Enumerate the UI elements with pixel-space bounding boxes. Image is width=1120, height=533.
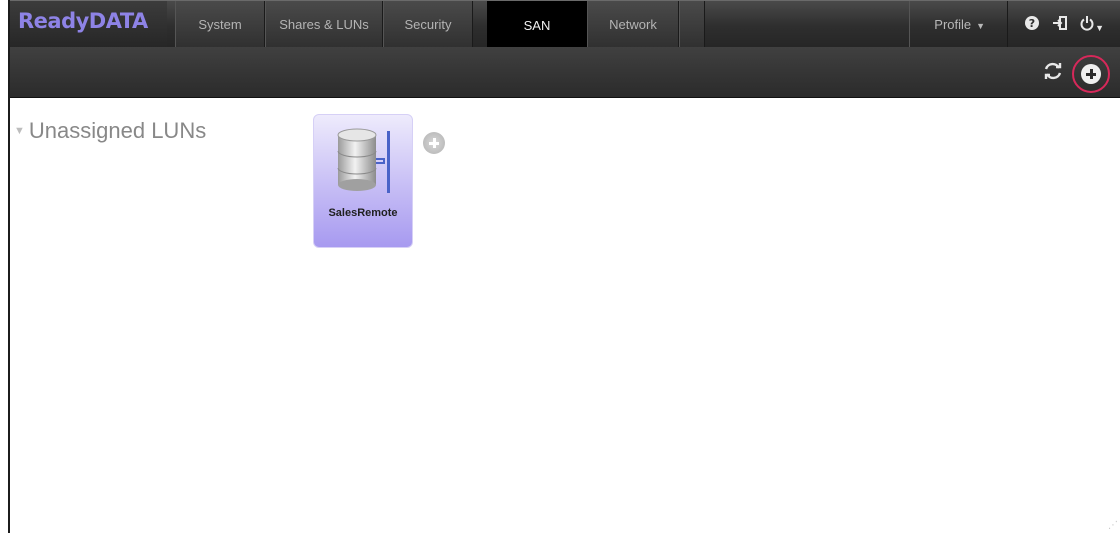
add-host-icon[interactable] [423,132,445,154]
refresh-icon[interactable] [1042,60,1064,86]
logout-icon[interactable] [1052,15,1068,35]
app-frame: ReadyDATA System Shares & LUNs Security … [8,0,1120,533]
chevron-down-icon: ▼ [976,21,986,31]
chevron-down-icon: ▼ [1095,22,1104,33]
profile-label: Profile [934,17,972,32]
header-icons: ? ▼ [1008,1,1120,48]
help-icon[interactable]: ? [1024,15,1040,35]
profile-menu[interactable]: Profile ▼ [909,1,1009,48]
top-nav-bar: ReadyDATA System Shares & LUNs Security … [10,0,1120,48]
san-toolbar [10,47,1120,98]
user-controls: Profile ▼ ? ▼ [909,1,1120,48]
tab-shares-luns[interactable]: Shares & LUNs [265,1,383,48]
add-lun-group-highlight [1072,55,1110,93]
add-lun-group-icon[interactable] [1081,64,1101,84]
tab-network[interactable]: Network [587,1,679,48]
tab-system[interactable]: System [175,1,265,48]
brand-text: ReadyDATA [18,9,148,33]
lun-group-header[interactable]: ▼ Unassigned LUNs [14,118,206,144]
svg-text:?: ? [1029,17,1035,30]
database-icon [337,128,390,193]
resize-grip-icon[interactable]: ⋰ [1108,520,1118,531]
main-tabs: System Shares & LUNs Security SAN Networ… [175,1,705,48]
tab-san[interactable]: SAN [487,1,587,48]
tab-security[interactable]: Security [383,1,473,48]
collapse-triangle-icon[interactable]: ▼ [14,125,25,137]
tab-divider [679,1,705,48]
brand-logo[interactable]: ReadyDATA [10,1,167,48]
lun-name: SalesRemote [328,207,398,219]
power-icon[interactable]: ▼ [1080,15,1104,35]
lun-tile[interactable]: SalesRemote [313,114,413,248]
group-title: Unassigned LUNs [28,118,207,143]
